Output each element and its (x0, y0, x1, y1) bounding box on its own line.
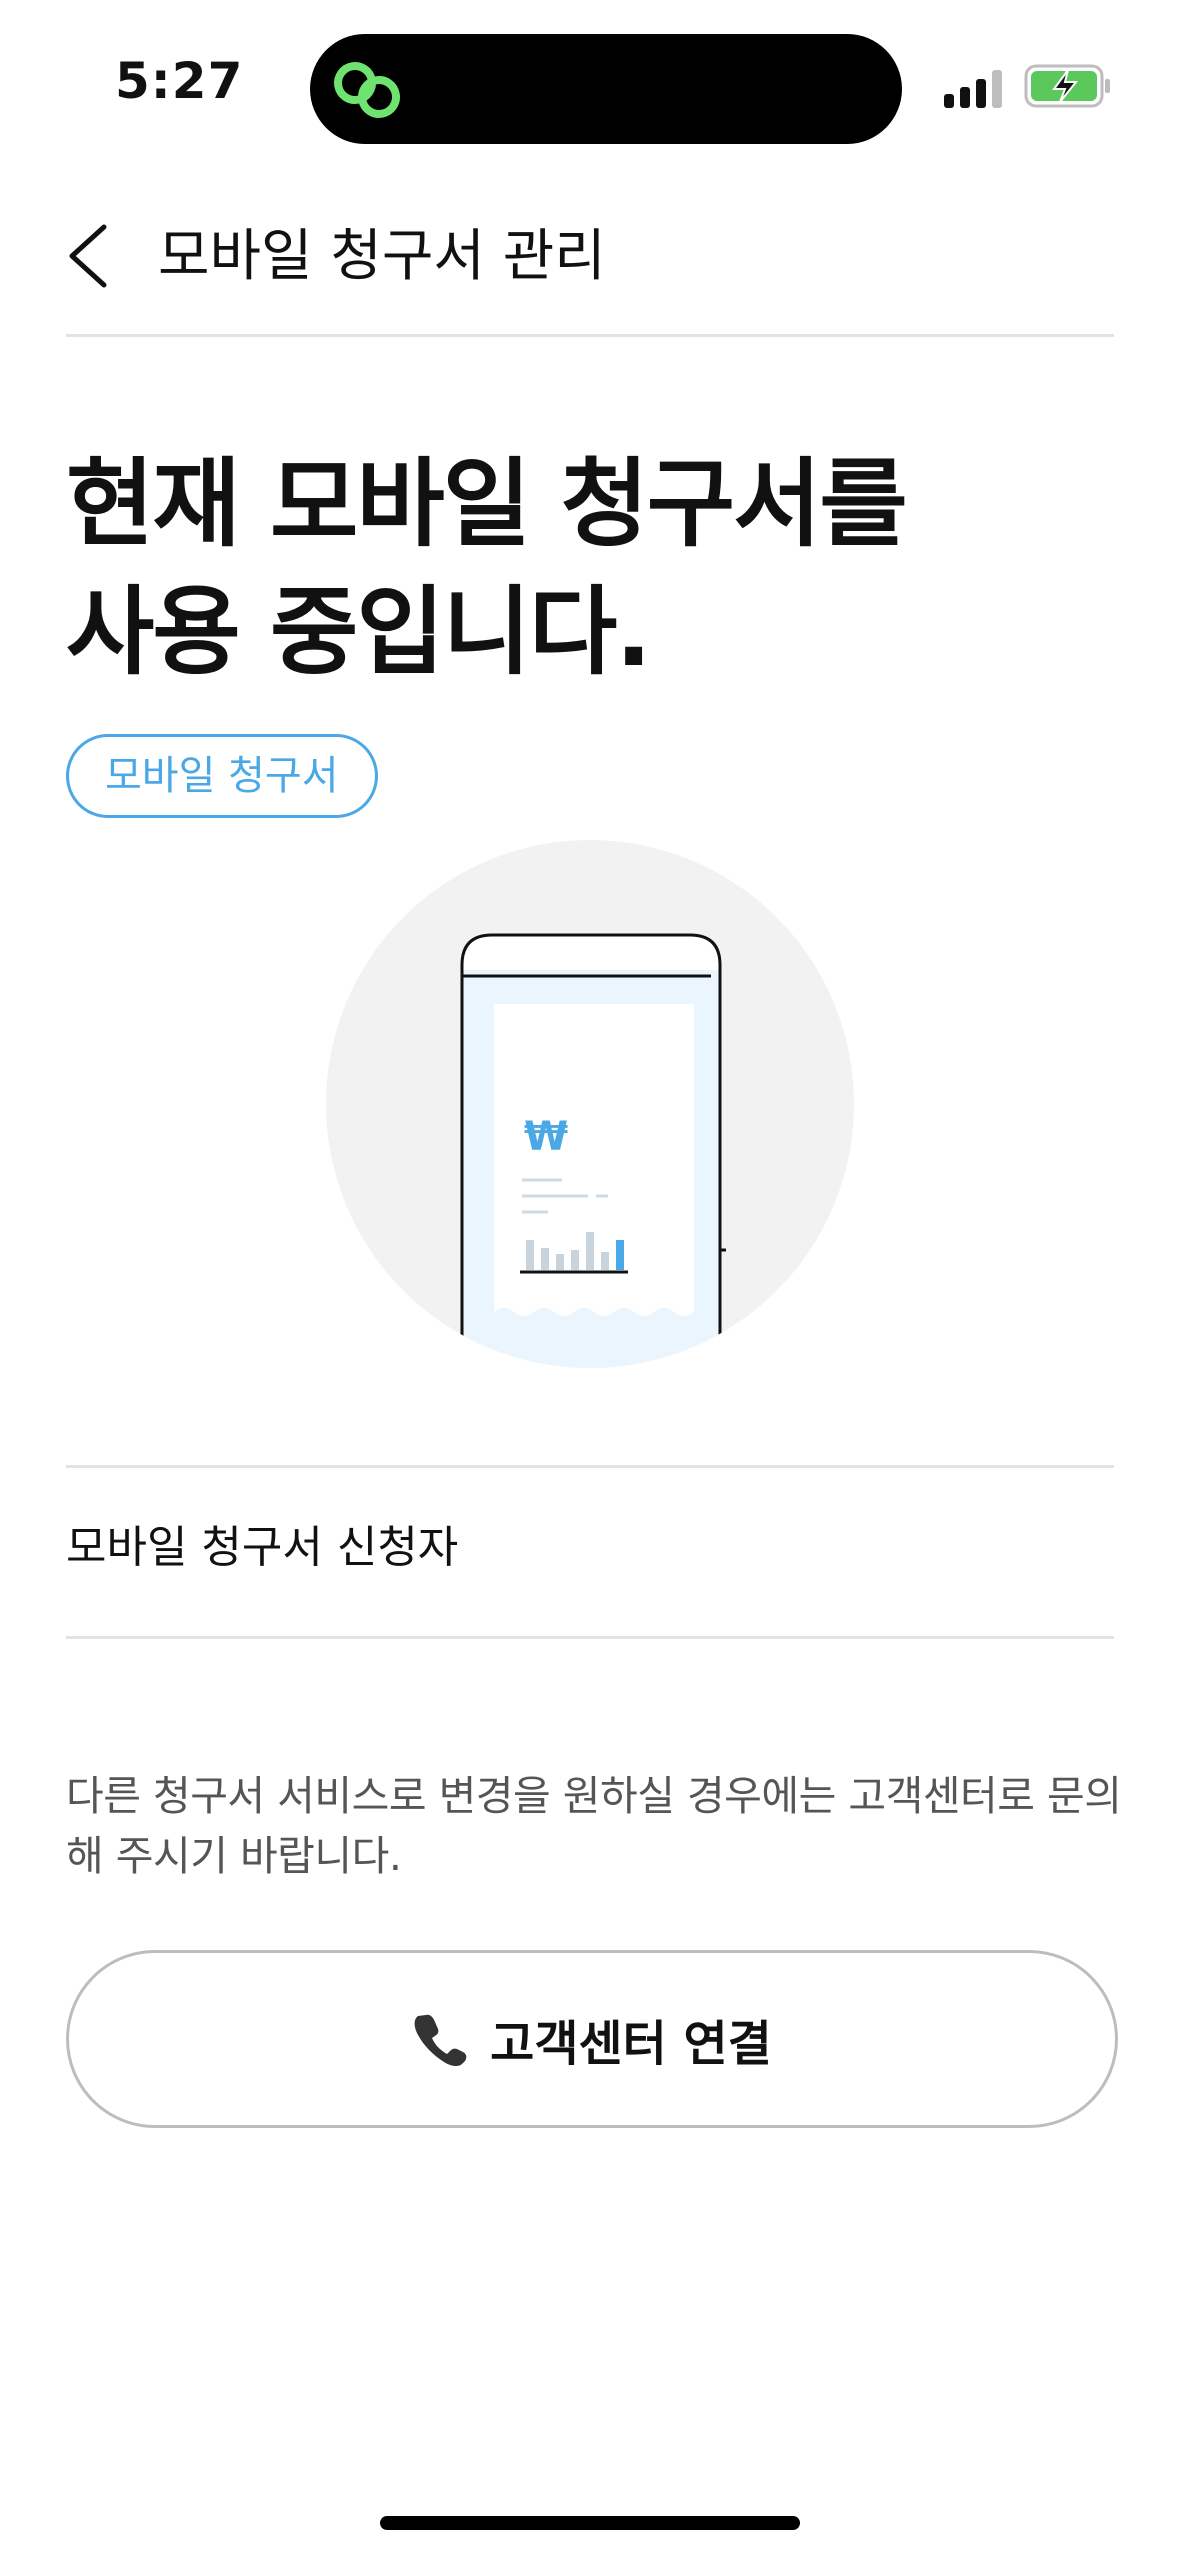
header-divider (66, 334, 1114, 337)
headline: 현재 모바일 청구서를 사용 중입니다. (66, 440, 1114, 696)
signal-icon (944, 70, 1002, 108)
mobile-bill-illustration: ₩ (326, 840, 854, 1368)
page-title: 모바일 청구서 관리 (158, 224, 606, 289)
back-button[interactable] (58, 218, 118, 294)
call-customer-center-button[interactable]: 고객센터 연결 (66, 1950, 1118, 2128)
home-indicator[interactable] (380, 2516, 800, 2530)
chevron-left-icon (69, 224, 107, 288)
status-time: 5:27 (115, 52, 244, 110)
applicant-label: 모바일 청구서 신청자 (66, 1522, 459, 1573)
headline-line-2: 사용 중입니다. (66, 576, 652, 688)
notice-text: 다른 청구서 서비스로 변경을 원하실 경우에는 고객센터로 문의해 주시기 바… (66, 1772, 1122, 1880)
battery-charging-icon (1024, 64, 1110, 108)
section-divider (66, 1465, 1114, 1468)
phone-icon (414, 2014, 467, 2067)
mobile-bill-tag: 모바일 청구서 (66, 734, 378, 818)
call-button-label: 고객센터 연결 (490, 2016, 772, 2072)
section-divider (66, 1636, 1114, 1639)
link-icon (334, 62, 400, 118)
headline-line-1: 현재 모바일 청구서를 (66, 448, 908, 560)
won-symbol: ₩ (524, 1114, 568, 1160)
